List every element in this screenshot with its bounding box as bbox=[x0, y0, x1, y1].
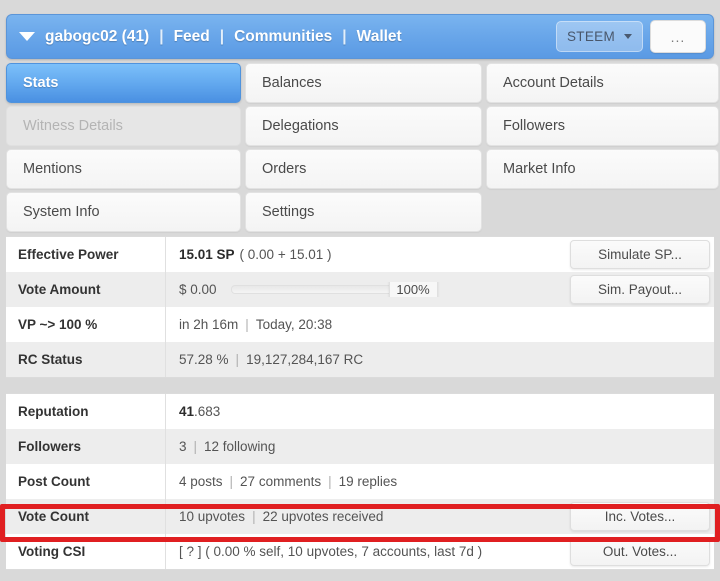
tab-system-info[interactable]: System Info bbox=[6, 192, 241, 232]
value-separator: | bbox=[193, 439, 198, 454]
effective-power-breakdown: ( 0.00 + 15.01 ) bbox=[239, 247, 332, 262]
value-separator: | bbox=[245, 317, 249, 332]
simulate-sp-button[interactable]: Simulate SP... bbox=[570, 240, 710, 269]
vote-count-received: 22 upvotes received bbox=[262, 509, 384, 524]
incoming-votes-button[interactable]: Inc. Votes... bbox=[570, 502, 710, 531]
section-tab-grid: Stats Balances Account Details Witness D… bbox=[6, 63, 719, 232]
account-stats-table: Reputation 41 .683 Followers 3 | 12 foll… bbox=[6, 393, 714, 570]
table-row-effective-power: Effective Power 15.01 SP ( 0.00 + 15.01 … bbox=[6, 237, 714, 272]
tab-grid-spacer bbox=[486, 192, 719, 232]
tab-stats[interactable]: Stats bbox=[6, 63, 241, 103]
value-separator: | bbox=[328, 474, 332, 489]
voting-csi-value: [ ? ] ( 0.00 % self, 10 upvotes, 7 accou… bbox=[179, 544, 483, 559]
row-label: Vote Amount bbox=[6, 272, 166, 307]
table-row-vote-count: Vote Count 10 upvotes | 22 upvotes recei… bbox=[6, 499, 714, 534]
effective-power-amount: 15.01 SP bbox=[179, 247, 235, 262]
row-value: 4 posts | 27 comments | 19 replies bbox=[166, 474, 714, 489]
vote-count-given: 10 upvotes bbox=[179, 509, 246, 524]
power-stats-table: Effective Power 15.01 SP ( 0.00 + 15.01 … bbox=[6, 236, 714, 378]
row-value: in 2h 16m | Today, 20:38 bbox=[166, 317, 714, 332]
token-select-label: STEEM bbox=[566, 29, 615, 44]
table-row-vote-amount: Vote Amount $ 0.00 100% Sim. Payout... bbox=[6, 272, 714, 307]
value-separator: | bbox=[235, 352, 240, 367]
table-row-voting-csi: Voting CSI [ ? ] ( 0.00 % self, 10 upvot… bbox=[6, 534, 714, 569]
vp-eta: in 2h 16m bbox=[179, 317, 239, 332]
chevron-down-icon bbox=[624, 34, 632, 39]
row-label: RC Status bbox=[6, 342, 166, 377]
row-label: Reputation bbox=[6, 394, 166, 429]
vote-weight-percent-badge[interactable]: 100% bbox=[388, 282, 438, 297]
row-label: Voting CSI bbox=[6, 534, 166, 569]
vote-amount-value: $ 0.00 bbox=[179, 282, 217, 297]
nav-item-username[interactable]: gabogc02 (41) bbox=[45, 28, 149, 46]
table-row-reputation: Reputation 41 .683 bbox=[6, 394, 714, 429]
table-row-vp-100: VP ~> 100 % in 2h 16m | Today, 20:38 bbox=[6, 307, 714, 342]
tab-followers[interactable]: Followers bbox=[486, 106, 719, 146]
nav-separator: | bbox=[342, 27, 347, 45]
value-separator: | bbox=[229, 474, 234, 489]
nav-separator: | bbox=[159, 27, 164, 45]
sim-payout-button[interactable]: Sim. Payout... bbox=[570, 275, 710, 304]
tab-balances[interactable]: Balances bbox=[245, 63, 482, 103]
tab-delegations[interactable]: Delegations bbox=[245, 106, 482, 146]
row-label: Effective Power bbox=[6, 237, 166, 272]
value-separator: | bbox=[252, 509, 256, 524]
reputation-integer: 41 bbox=[179, 404, 195, 419]
post-count-posts: 4 posts bbox=[179, 474, 223, 489]
caret-down-icon[interactable] bbox=[19, 32, 35, 41]
nav-item-feed[interactable]: Feed bbox=[174, 28, 210, 46]
outgoing-votes-button[interactable]: Out. Votes... bbox=[570, 537, 710, 566]
reputation-decimal: .683 bbox=[194, 404, 221, 419]
row-value: 3 | 12 following bbox=[166, 439, 714, 454]
table-row-post-count: Post Count 4 posts | 27 comments | 19 re… bbox=[6, 464, 714, 499]
row-label: VP ~> 100 % bbox=[6, 307, 166, 342]
tab-settings[interactable]: Settings bbox=[245, 192, 482, 232]
nav-item-communities[interactable]: Communities bbox=[234, 28, 332, 46]
account-stats-page: gabogc02 (41) | Feed | Communities | Wal… bbox=[0, 0, 720, 581]
nav-item-wallet[interactable]: Wallet bbox=[357, 28, 402, 46]
table-row-followers: Followers 3 | 12 following bbox=[6, 429, 714, 464]
nav-links: gabogc02 (41) | Feed | Communities | Wal… bbox=[19, 28, 556, 46]
row-label: Vote Count bbox=[6, 499, 166, 534]
followers-count: 3 bbox=[179, 439, 187, 454]
nav-separator: | bbox=[219, 27, 225, 45]
token-select-dropdown[interactable]: STEEM bbox=[555, 21, 643, 52]
vp-time: Today, 20:38 bbox=[255, 317, 333, 332]
vote-weight-slider-wrap: 100% bbox=[230, 282, 438, 297]
tab-mentions[interactable]: Mentions bbox=[6, 149, 241, 189]
post-count-replies: 19 replies bbox=[338, 474, 398, 489]
tab-orders[interactable]: Orders bbox=[245, 149, 482, 189]
header-controls: STEEM ... bbox=[555, 20, 706, 53]
row-label: Post Count bbox=[6, 464, 166, 499]
rc-percent: 57.28 % bbox=[179, 352, 229, 367]
rc-amount: 19,127,284,167 RC bbox=[246, 352, 364, 367]
row-value: 57.28 % | 19,127,284,167 RC bbox=[166, 352, 714, 367]
tab-account-details[interactable]: Account Details bbox=[486, 63, 719, 103]
table-row-rc-status: RC Status 57.28 % | 19,127,284,167 RC bbox=[6, 342, 714, 377]
following-count: 12 following bbox=[204, 439, 276, 454]
top-navigation-bar: gabogc02 (41) | Feed | Communities | Wal… bbox=[6, 14, 714, 59]
vote-weight-slider[interactable] bbox=[230, 285, 401, 294]
row-value: 41 .683 bbox=[166, 404, 714, 419]
tab-witness-details: Witness Details bbox=[6, 106, 241, 146]
more-options-button[interactable]: ... bbox=[650, 20, 706, 53]
tab-market-info[interactable]: Market Info bbox=[486, 149, 719, 189]
post-count-comments: 27 comments bbox=[240, 474, 322, 489]
row-label: Followers bbox=[6, 429, 166, 464]
